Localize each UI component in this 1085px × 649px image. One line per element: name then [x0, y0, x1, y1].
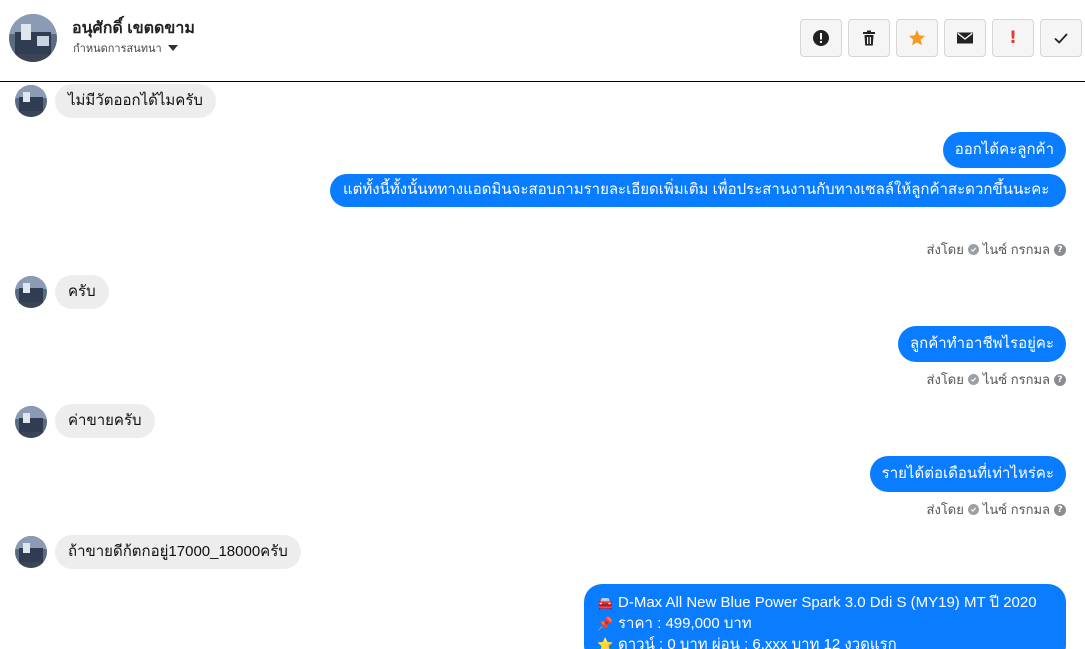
sent-by-label: ส่งโดย — [926, 242, 964, 257]
incoming-message: ไม่มีวัตออกได้ไมครับ — [0, 84, 1085, 118]
sender-avatar — [15, 536, 47, 568]
done-button[interactable] — [1040, 19, 1082, 57]
card-model-text: D-Max All New Blue Power Spark 3.0 Ddi S… — [618, 594, 1037, 611]
outgoing-message-bubble[interactable]: รายได้ต่อเดือนที่เท่าไหร่คะ — [869, 456, 1066, 492]
sender-avatar — [15, 276, 47, 308]
exclamation-icon: ! — [1009, 27, 1017, 48]
sent-by-info: ส่งโดย ไนซ์ กรกมล ? — [927, 499, 1066, 520]
sender-name: ไนซ์ กรกมล — [982, 242, 1050, 257]
alert-circle-icon — [813, 30, 829, 46]
sender-avatar — [15, 85, 47, 117]
caret-down-icon — [167, 45, 178, 51]
sent-by-label: ส่งโดย — [926, 502, 964, 517]
verified-icon — [967, 374, 979, 385]
message-bubble[interactable]: ถ้าขายดีก้ตกอยู่17000_18000ครับ — [55, 535, 301, 569]
help-icon[interactable]: ? — [1054, 243, 1066, 256]
conversation-header: อนุศักดิ์ เขตดขาม กำหนดการสนทนา ! — [0, 0, 1085, 82]
star-icon: ⭐ — [597, 637, 614, 649]
incoming-message: ค่าขายครับ — [0, 404, 1085, 438]
message-bubble[interactable]: ไม่มีวัตออกได้ไมครับ — [55, 84, 216, 118]
outgoing-message-bubble[interactable]: ออกได้คะลูกค้า — [942, 132, 1066, 168]
check-icon — [1054, 33, 1068, 44]
help-icon[interactable]: ? — [1054, 503, 1066, 516]
sent-by-info: ส่งโดย ไนซ์ กรกมล ? — [927, 239, 1066, 260]
incoming-message: ถ้าขายดีก้ตกอยู่17000_18000ครับ — [0, 535, 1085, 569]
help-icon[interactable]: ? — [1054, 373, 1066, 386]
sender-name: ไนซ์ กรกมล — [982, 372, 1050, 387]
sender-avatar — [15, 406, 47, 438]
envelope-icon — [957, 32, 973, 44]
outgoing-product-card[interactable]: 🚘 D-Max All New Blue Power Spark 3.0 Ddi… — [584, 584, 1066, 649]
pin-icon: 📌 — [597, 616, 614, 631]
card-price-text: ราคา : 499,000 บาท — [618, 615, 752, 632]
header-actions: ! — [800, 19, 1082, 57]
outgoing-message-bubble[interactable]: ลูกค้าทำอาชีพไรอยู่คะ — [897, 326, 1066, 362]
message-bubble[interactable]: ค่าขายครับ — [55, 404, 155, 438]
mark-unread-button[interactable] — [944, 19, 986, 57]
contact-name[interactable]: อนุศักดิ์ เขตดขาม — [72, 16, 195, 41]
star-icon — [909, 30, 925, 46]
sender-name: ไนซ์ กรกมล — [982, 502, 1050, 517]
sent-by-info: ส่งโดย ไนซ์ กรกมล ? — [927, 369, 1066, 390]
spam-button[interactable]: ! — [992, 19, 1034, 57]
verified-icon — [967, 244, 979, 255]
contact-avatar[interactable] — [9, 14, 57, 62]
delete-button[interactable] — [848, 19, 890, 57]
card-line-model: 🚘 D-Max All New Blue Power Spark 3.0 Ddi… — [597, 592, 1054, 613]
incoming-message: ครับ — [0, 275, 1085, 309]
message-bubble[interactable]: ครับ — [55, 275, 109, 309]
alert-button[interactable] — [800, 19, 842, 57]
conversation-status-dropdown[interactable]: กำหนดการสนทนา — [73, 39, 178, 57]
trash-icon — [863, 30, 875, 46]
car-icon: 🚘 — [597, 595, 614, 610]
conversation-status-label: กำหนดการสนทนา — [73, 43, 162, 55]
card-line-down-payment: ⭐ ดาวน์ : 0 บาท ผ่อน : 6,xxx บาท 12 งวดแ… — [597, 634, 1054, 649]
card-line-price: 📌 ราคา : 499,000 บาท — [597, 613, 1054, 634]
verified-icon — [967, 504, 979, 515]
outgoing-message-bubble[interactable]: แต่ทั้งนี้ทั้งนั้นททางแอดมินจะสอบถามรายล… — [330, 174, 1066, 207]
message-thread[interactable]: ไม่มีวัตออกได้ไมครับ ออกได้คะลูกค้า แต่ท… — [0, 83, 1085, 649]
star-button[interactable] — [896, 19, 938, 57]
card-down-payment-text: ดาวน์ : 0 บาท ผ่อน : 6,xxx บาท 12 งวดแรก — [618, 636, 897, 649]
sent-by-label: ส่งโดย — [926, 372, 964, 387]
